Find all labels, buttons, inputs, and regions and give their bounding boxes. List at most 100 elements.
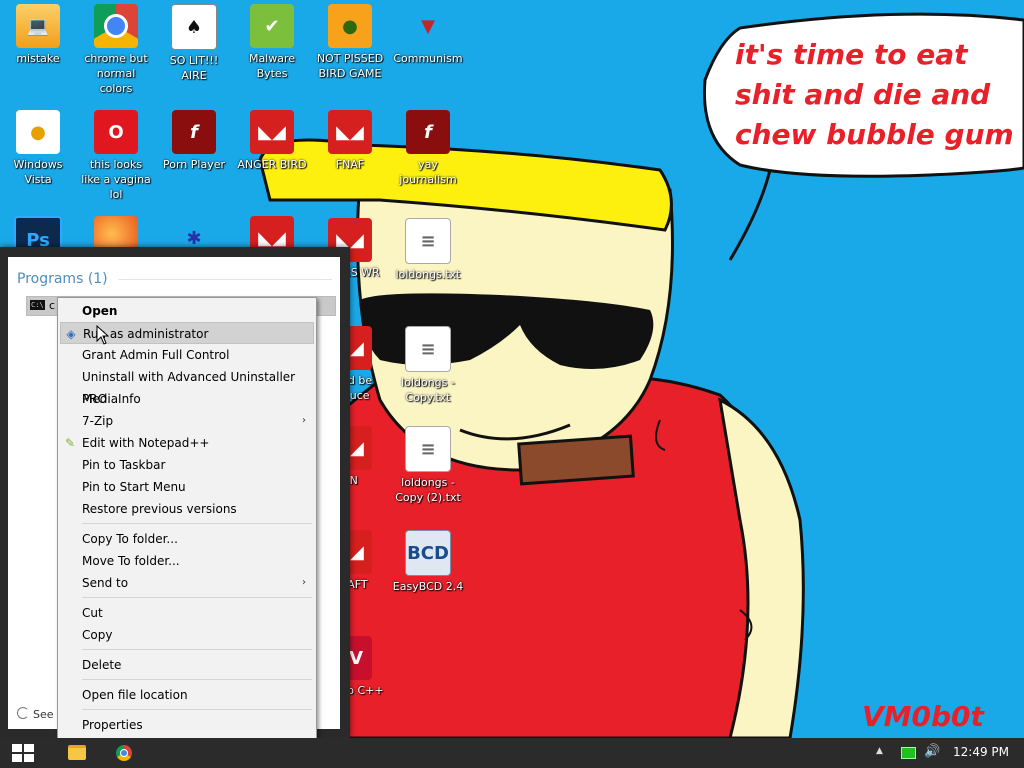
uac-shield-icon: ◈ xyxy=(66,327,76,341)
green-pig-icon: ● xyxy=(328,4,372,48)
angry-bird-icon-2: ◣◢ xyxy=(328,110,372,154)
desktop-shortcut-label: EasyBCD 2.4 xyxy=(392,580,464,593)
windows-logo-pane xyxy=(12,754,22,762)
desktop-shortcut[interactable]: ≡ loldongs.txt xyxy=(390,218,466,282)
communism-emblem-icon: ▼ xyxy=(421,15,435,37)
desktop-shortcut[interactable]: f Porn Player xyxy=(156,110,232,172)
menu-item-label: 7-Zip xyxy=(82,414,114,428)
menu-item-label: Grant Admin Full Control xyxy=(82,348,230,362)
menu-item-label: Edit with Notepad++ xyxy=(82,436,210,450)
notepad-plus-plus-icon: ✎ xyxy=(64,436,76,450)
desktop-shortcut[interactable]: Othis looks like a vagina lol xyxy=(78,110,154,202)
command-prompt-icon: C:\ xyxy=(30,300,45,310)
text-file-icon: ≡ xyxy=(405,218,451,264)
programs-heading: Programs (1) xyxy=(17,271,108,287)
egg-icon: ● xyxy=(16,110,60,154)
see-more-results-link[interactable]: See xyxy=(17,707,54,721)
menu-separator xyxy=(82,597,312,598)
chrome-taskbar-icon[interactable] xyxy=(116,745,132,761)
menu-item-open[interactable]: Open xyxy=(60,300,314,322)
desktop-shortcut-label: Communism xyxy=(393,52,463,65)
flash-player-icon-2: f xyxy=(406,110,450,154)
desktop-shortcut[interactable]: ≡ loldongs - Copy (2).txt xyxy=(390,426,466,505)
desktop-shortcut-label: Malware Bytes xyxy=(248,52,296,80)
desktop-shortcut[interactable]: BCD EasyBCD 2.4 xyxy=(390,530,466,594)
desktop-shortcut[interactable]: chrome but normal colors xyxy=(78,4,154,96)
menu-item-move-to-folder[interactable]: Move To folder... xyxy=(60,550,314,572)
menu-item-label: Open xyxy=(82,304,118,318)
menu-item-label: Move To folder... xyxy=(82,554,180,568)
desktop-shortcut-label: ANGER BIRD xyxy=(237,158,307,171)
volume-icon[interactable]: 🔊 xyxy=(924,744,940,759)
desktop-shortcut[interactable]: f yay journalism xyxy=(390,110,466,187)
menu-separator xyxy=(82,709,312,710)
menu-item-send-to[interactable]: Send to › xyxy=(60,572,314,594)
menu-item-label: Delete xyxy=(82,658,122,672)
submenu-arrow-icon: › xyxy=(302,415,306,426)
desktop-shortcut-label: SO LIT!!! AIRE xyxy=(169,54,219,82)
malwarebytes-shield-icon: ✔ xyxy=(250,4,294,48)
menu-item-label: Copy To folder... xyxy=(82,532,178,546)
menu-item-mediainfo[interactable]: MediaInfo xyxy=(60,388,314,410)
windows-logo-pane xyxy=(24,754,34,762)
desktop-shortcut[interactable]: ◣◢ FNAF xyxy=(312,110,388,172)
desktop-shortcut[interactable]: ✔ Malware Bytes xyxy=(234,4,310,81)
desktop-shortcut[interactable]: ♠ SO LIT!!! AIRE xyxy=(156,4,232,83)
desktop-shortcut[interactable]: ● NOT PISSED BIRD GAME xyxy=(312,4,388,81)
menu-item-open-file-location[interactable]: Open file location xyxy=(60,684,314,706)
menu-item-pin-to-start-menu[interactable]: Pin to Start Menu xyxy=(60,476,314,498)
search-result-label: c xyxy=(49,299,56,312)
angry-bird-icon: ◣◢ xyxy=(250,110,294,154)
windows-logo-pane xyxy=(12,744,22,752)
desktop-shortcut-label: chrome but normal colors xyxy=(84,52,148,95)
taskbar: ▲ 🔊 12:49 PM xyxy=(0,738,1024,768)
desktop-shortcut[interactable]: ◣◢ ANGER BIRD xyxy=(234,110,310,172)
text-file-icon-2: ≡ xyxy=(405,326,451,372)
menu-item-restore-previous-versions[interactable]: Restore previous versions xyxy=(60,498,314,520)
desktop-shortcut-label: loldongs - Copy.txt xyxy=(401,376,455,404)
programs-divider xyxy=(118,279,332,280)
see-more-label: See xyxy=(33,708,54,721)
menu-item-copy-to-folder[interactable]: Copy To folder... xyxy=(60,528,314,550)
menu-item-delete[interactable]: Delete xyxy=(60,654,314,676)
desktop-shortcut[interactable]: 💻 mistake xyxy=(0,4,76,66)
desktop-shortcut-label: FNAF xyxy=(335,158,365,171)
menu-item-properties[interactable]: Properties xyxy=(60,714,314,736)
taskbar-clock[interactable]: 12:49 PM xyxy=(953,745,1009,759)
windows-logo-pane xyxy=(24,744,34,752)
menu-item-label: Pin to Taskbar xyxy=(82,458,166,472)
mistake-icon: 💻 xyxy=(16,4,60,48)
menu-item-label: Copy xyxy=(82,628,113,642)
menu-item-label: Open file location xyxy=(82,688,188,702)
text-file-icon-3: ≡ xyxy=(405,426,451,472)
menu-item-cut[interactable]: Cut xyxy=(60,602,314,624)
menu-item-grant-admin-full-control[interactable]: Grant Admin Full Control xyxy=(60,344,314,366)
menu-item-label: Properties xyxy=(82,718,143,732)
menu-separator xyxy=(82,523,312,524)
menu-item-edit-with-notepad[interactable]: ✎ Edit with Notepad++ xyxy=(60,432,314,454)
menu-separator xyxy=(82,679,312,680)
menu-item-pin-to-taskbar[interactable]: Pin to Taskbar xyxy=(60,454,314,476)
desktop-shortcut[interactable]: ≡ loldongs - Copy.txt xyxy=(390,326,466,405)
chrome-icon xyxy=(94,4,138,48)
menu-item-uninstall-advanced-uninstaller[interactable]: Uninstall with Advanced Uninstaller PRO xyxy=(60,366,314,406)
desktop-shortcut[interactable]: ▼ Communism xyxy=(390,4,466,66)
menu-separator xyxy=(82,649,312,650)
menu-item-7zip[interactable]: 7-Zip › xyxy=(60,410,314,432)
menu-item-label: Cut xyxy=(82,606,103,620)
flash-player-icon: f xyxy=(172,110,216,154)
submenu-arrow-icon: › xyxy=(302,577,306,588)
menu-item-label: Restore previous versions xyxy=(82,502,237,516)
desktop-shortcut-label: Windows Vista xyxy=(13,158,63,186)
opera-icon: O xyxy=(94,110,138,154)
menu-item-copy[interactable]: Copy xyxy=(60,624,314,646)
desktop-shortcut[interactable]: ● Windows Vista xyxy=(0,110,76,187)
file-explorer-taskbar-icon[interactable] xyxy=(68,745,86,760)
desktop-shortcut-label: NOT PISSED BIRD GAME xyxy=(316,52,384,80)
network-icon[interactable] xyxy=(901,747,916,759)
easybcd-icon: BCD xyxy=(405,530,451,576)
desktop-shortcut-label: loldongs.txt xyxy=(395,268,461,281)
desktop-shortcut-label: yay journalism xyxy=(399,158,457,186)
windows-start-button[interactable] xyxy=(12,744,34,762)
show-hidden-icons-chevron-icon[interactable]: ▲ xyxy=(876,746,883,756)
